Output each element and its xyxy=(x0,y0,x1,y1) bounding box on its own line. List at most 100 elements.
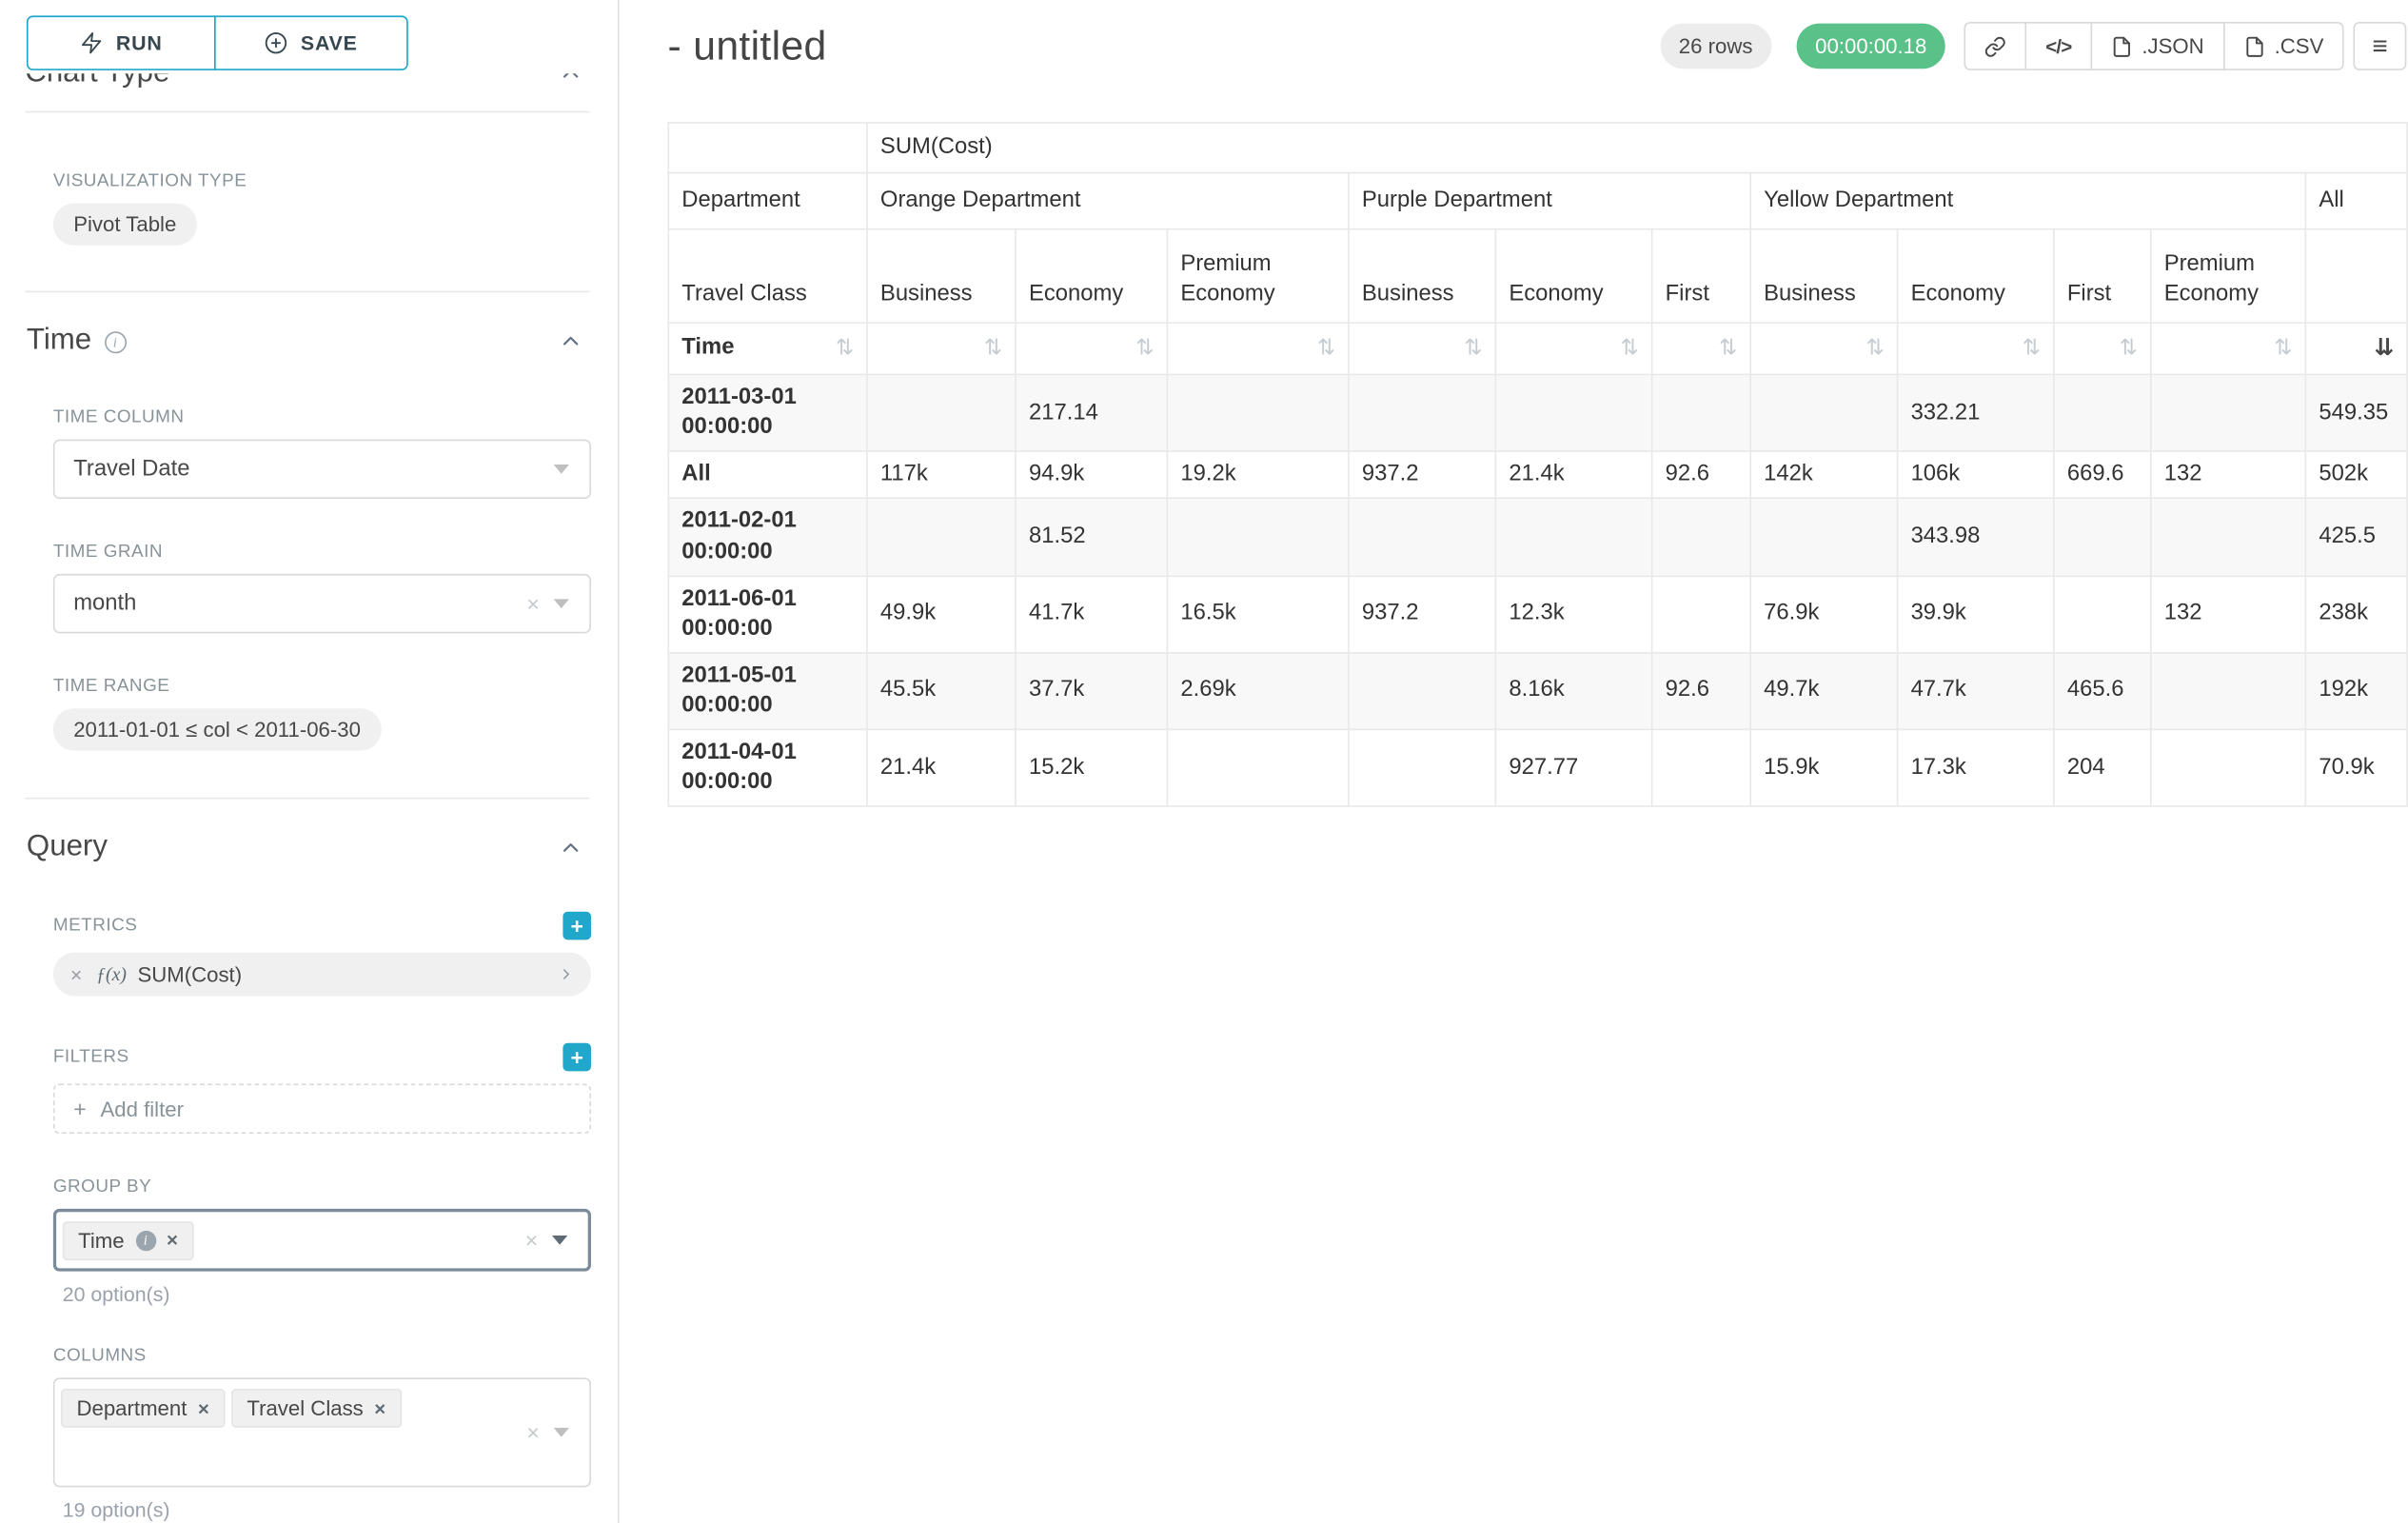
filters-label: FILTERS xyxy=(53,1048,129,1067)
sort-icon[interactable]: ⇅ xyxy=(1620,334,1638,363)
clear-icon[interactable]: × xyxy=(526,591,539,616)
divider xyxy=(25,111,589,113)
chevron-down-icon xyxy=(554,1428,569,1437)
sort-icon[interactable]: ⇅ xyxy=(2119,334,2137,363)
pivot-value-cell: 238k xyxy=(2305,576,2407,653)
tag-label: Travel Class xyxy=(247,1396,363,1420)
sortable-column-header[interactable]: ⇅ xyxy=(2151,323,2306,374)
export-button-group: </> .JSON .CSV xyxy=(1964,22,2344,70)
sortable-column-header[interactable]: ⇅ xyxy=(1016,323,1167,374)
pivot-value-cell xyxy=(1652,730,1750,807)
chevron-down-icon xyxy=(554,599,569,608)
sortable-column-header[interactable]: ⇅ xyxy=(1750,323,1897,374)
pivot-value-cell: 465.6 xyxy=(2054,653,2151,730)
pivot-value-cell: 937.2 xyxy=(1349,451,1495,498)
sort-icon[interactable]: ⇅ xyxy=(2274,334,2292,363)
chart-header-controls: 26 rows 00:00:00.18 </> .JSON . xyxy=(1660,22,2406,70)
sort-icon[interactable]: ⇅ xyxy=(1464,334,1482,363)
sort-icon[interactable]: ⇅ xyxy=(836,334,854,363)
divider xyxy=(25,798,589,800)
pivot-value-cell xyxy=(1167,499,1349,576)
travel-class-dimension-label: Travel Class xyxy=(668,229,867,324)
columns-select[interactable]: Department × Travel Class × × xyxy=(53,1377,591,1487)
export-csv-button[interactable]: .CSV xyxy=(2222,22,2343,70)
column-group-header: Orange Department xyxy=(867,173,1349,229)
sort-icon[interactable]: ⇅ xyxy=(984,334,1002,363)
pivot-value-cell: 142k xyxy=(1750,451,1897,498)
time-collapse-chevron-icon[interactable] xyxy=(558,328,582,353)
save-button[interactable]: SAVE xyxy=(214,15,408,69)
sortable-column-header[interactable]: ⇅ xyxy=(1349,323,1495,374)
pivot-value-cell xyxy=(1652,576,1750,653)
remove-tag-icon[interactable]: × xyxy=(198,1397,209,1419)
pivot-value-cell: 8.16k xyxy=(1495,653,1651,730)
remove-tag-icon[interactable]: × xyxy=(167,1229,178,1251)
group-by-select[interactable]: Time i × × xyxy=(53,1209,591,1272)
pivot-value-cell xyxy=(1349,730,1495,807)
export-json-button[interactable]: .JSON xyxy=(2090,22,2224,70)
time-range-label: TIME RANGE xyxy=(53,677,591,696)
remove-metric-icon[interactable]: × xyxy=(70,962,82,986)
sortable-column-header[interactable]: ⇅ xyxy=(1898,323,2054,374)
pivot-value-cell: 16.5k xyxy=(1167,576,1349,653)
view-query-button[interactable]: </> xyxy=(2025,22,2092,70)
pivot-row: 2011-05-01 00:00:0045.5k37.7k2.69k8.16k9… xyxy=(668,653,2407,730)
pivot-value-cell: 204 xyxy=(2054,730,2151,807)
row-label: All xyxy=(668,451,867,498)
chevron-down-icon xyxy=(552,1236,567,1245)
sort-icon[interactable]: ⇅ xyxy=(1719,334,1737,363)
sort-icon[interactable]: ⇅ xyxy=(2023,334,2041,363)
info-icon: i xyxy=(104,331,126,353)
pivot-value-cell: 37.7k xyxy=(1016,653,1167,730)
pivot-table-container: SUM(Cost)DepartmentOrange DepartmentPurp… xyxy=(667,122,2407,807)
sortable-column-header[interactable]: ⇅ xyxy=(1652,323,1750,374)
pivot-value-cell xyxy=(2054,499,2151,576)
pivot-value-cell: 669.6 xyxy=(2054,451,2151,498)
pivot-value-cell xyxy=(1495,499,1651,576)
sortable-column-header[interactable]: ⇅ xyxy=(867,323,1016,374)
pivot-value-cell xyxy=(1167,374,1349,451)
sortable-column-header[interactable]: ⇅ xyxy=(1167,323,1349,374)
query-section: Query METRICS + × ƒ(x) SUM(Cost) FILTER xyxy=(0,830,618,1521)
pivot-value-cell: 15.2k xyxy=(1016,730,1167,807)
group-by-tag[interactable]: Time i × xyxy=(63,1220,194,1259)
add-filter-dropzone[interactable]: + Add filter xyxy=(53,1083,591,1134)
clear-icon[interactable]: × xyxy=(525,1228,538,1253)
time-grain-select[interactable]: month × xyxy=(53,574,591,633)
query-collapse-chevron-icon[interactable] xyxy=(558,835,582,860)
pivot-value-cell: 502k xyxy=(2305,451,2407,498)
pivot-value-cell: 332.21 xyxy=(1898,374,2054,451)
run-button[interactable]: RUN xyxy=(27,15,216,69)
row-label: 2011-02-01 00:00:00 xyxy=(668,499,867,576)
row-dimension-header[interactable]: Time⇅ xyxy=(668,323,867,374)
sort-descending-active-icon[interactable]: ⇊ xyxy=(2375,333,2395,365)
copy-link-button[interactable] xyxy=(1964,22,2027,70)
chevron-up-icon[interactable] xyxy=(558,73,582,86)
remove-tag-icon[interactable]: × xyxy=(374,1397,385,1419)
pivot-value-cell: 92.6 xyxy=(1652,653,1750,730)
columns-tag[interactable]: Department × xyxy=(61,1389,225,1428)
group-by-label: GROUP BY xyxy=(53,1177,591,1197)
pivot-value-cell xyxy=(1750,374,1897,451)
sortable-column-header[interactable]: ⇅ xyxy=(2054,323,2151,374)
column-header: Premium Economy xyxy=(1167,229,1349,324)
metric-value: SUM(Cost) xyxy=(137,962,242,986)
add-metric-button[interactable]: + xyxy=(563,912,591,940)
clear-icon[interactable]: × xyxy=(526,1420,539,1445)
add-filter-button[interactable]: + xyxy=(563,1043,591,1072)
time-column-select[interactable]: Travel Date xyxy=(53,440,591,499)
columns-tag[interactable]: Travel Class × xyxy=(231,1389,402,1428)
sort-icon[interactable]: ⇅ xyxy=(1865,334,1884,363)
more-options-button[interactable]: ≡ xyxy=(2354,22,2407,70)
time-range-value[interactable]: 2011-01-01 ≤ col < 2011-06-30 xyxy=(53,708,381,750)
sortable-column-header[interactable]: ⇅ xyxy=(1495,323,1651,374)
columns-options-hint: 19 option(s) xyxy=(63,1498,591,1522)
visualization-type-value[interactable]: Pivot Table xyxy=(53,204,197,246)
chart-header: - untitled 26 rows 00:00:00.18 </> .JSON xyxy=(667,22,2406,70)
metric-pill[interactable]: × ƒ(x) SUM(Cost) xyxy=(53,952,591,996)
sort-icon[interactable]: ⇅ xyxy=(1317,334,1335,363)
chart-title[interactable]: - untitled xyxy=(667,22,826,70)
sort-icon[interactable]: ⇅ xyxy=(1135,334,1154,363)
sortable-column-header[interactable]: ⇊ xyxy=(2305,323,2407,374)
pivot-value-cell: 927.77 xyxy=(1495,730,1651,807)
